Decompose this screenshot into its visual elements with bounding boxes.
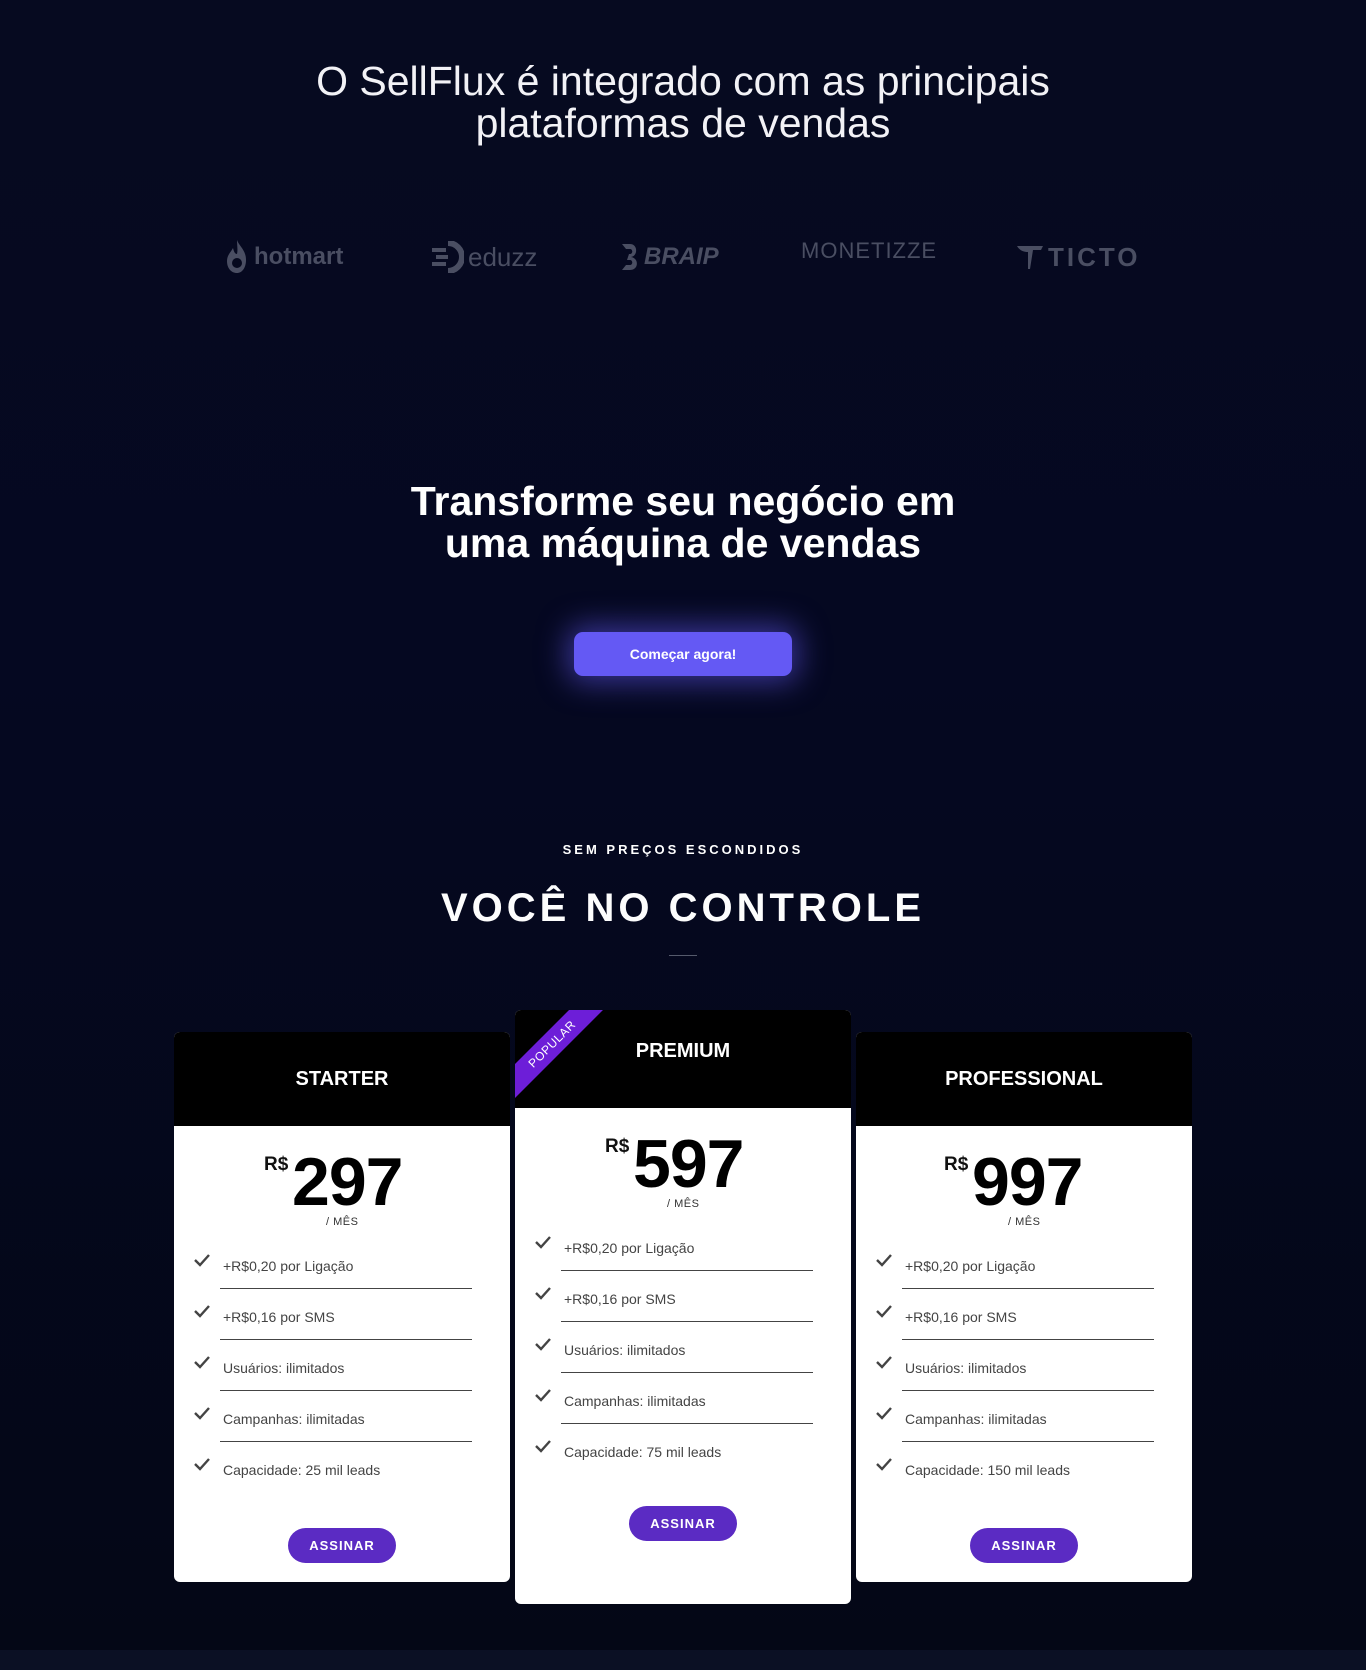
price-currency: R$	[605, 1136, 630, 1157]
ticto-t-icon	[1017, 246, 1043, 269]
plan-price: R$ 997 / MÊS	[856, 1126, 1192, 1238]
list-item: Campanhas: ilimitadas	[515, 1373, 851, 1424]
plan-header: PROFESSIONAL	[856, 1032, 1192, 1126]
check-icon	[194, 1356, 210, 1369]
feature-label: Capacidade: 150 mil leads	[905, 1462, 1070, 1478]
feature-label: Capacidade: 25 mil leads	[223, 1462, 381, 1478]
plan-header: STARTER	[174, 1032, 510, 1126]
check-icon	[535, 1338, 551, 1351]
check-icon	[876, 1458, 892, 1471]
subscribe-button[interactable]: ASSINAR	[629, 1506, 737, 1541]
list-item: Campanhas: ilimitadas	[174, 1391, 510, 1442]
check-icon	[876, 1407, 892, 1420]
list-item: Capacidade: 150 mil leads	[856, 1442, 1192, 1493]
monetizze-logo-text: MONETIZZE	[801, 238, 938, 263]
list-item: +R$0,20 por Ligação	[174, 1238, 510, 1289]
feature-label: Usuários: ilimitados	[223, 1360, 345, 1376]
integrations-title: O SellFlux é integrado com as principais…	[0, 60, 1366, 144]
subscribe-button[interactable]: ASSINAR	[288, 1528, 396, 1563]
list-item: Usuários: ilimitados	[856, 1340, 1192, 1391]
hotmart-flame-icon	[227, 240, 246, 273]
feature-label: Capacidade: 75 mil leads	[564, 1444, 722, 1460]
plan-price: R$ 297 / MÊS	[174, 1126, 510, 1238]
plan-name: PREMIUM	[635, 1039, 731, 1062]
price-period: / MÊS	[1008, 1216, 1041, 1228]
pricing-title: VOCÊ NO CONTROLE	[440, 886, 926, 930]
feature-label: +R$0,16 por SMS	[905, 1309, 1017, 1325]
check-icon	[876, 1305, 892, 1318]
braip-logo: BRAIP	[620, 232, 719, 282]
feature-label: Campanhas: ilimitadas	[223, 1411, 365, 1427]
feature-label: +R$0,16 por SMS	[223, 1309, 335, 1325]
check-icon	[876, 1356, 892, 1369]
check-icon	[194, 1458, 210, 1471]
footer-strip	[0, 1650, 1366, 1670]
feature-label: +R$0,20 por Ligação	[564, 1240, 695, 1256]
feature-label: +R$0,20 por Ligação	[905, 1258, 1036, 1274]
plan-card-starter: STARTER R$ 297 / MÊS +R$0,20 por Ligação…	[174, 1032, 510, 1582]
hotmart-logo: hotmart	[224, 232, 343, 282]
list-item: Capacidade: 75 mil leads	[515, 1424, 851, 1475]
list-item: +R$0,16 por SMS	[515, 1271, 851, 1322]
feature-label: +R$0,16 por SMS	[564, 1291, 676, 1307]
check-icon	[535, 1389, 551, 1402]
feature-list: +R$0,20 por Ligação +R$0,16 por SMS Usuá…	[515, 1220, 851, 1475]
feature-list: +R$0,20 por Ligação +R$0,16 por SMS Usuá…	[174, 1238, 510, 1493]
hero-title-line2: uma máquina de vendas	[444, 520, 922, 566]
list-item: +R$0,16 por SMS	[174, 1289, 510, 1340]
title-divider	[669, 955, 697, 956]
eduzz-logo-text: eduzz	[468, 241, 538, 272]
ticto-logo-text: TICTO	[1048, 241, 1141, 272]
list-item: +R$0,16 por SMS	[856, 1289, 1192, 1340]
plan-header: POPULAR PREMIUM	[515, 1010, 851, 1108]
feature-label: Campanhas: ilimitadas	[564, 1393, 706, 1409]
start-now-button[interactable]: Começar agora!	[574, 632, 792, 676]
plan-name: PROFESSIONAL	[945, 1067, 1103, 1090]
check-icon	[535, 1236, 551, 1249]
check-icon	[535, 1440, 551, 1453]
hero-title-line1: Transforme seu negócio em	[410, 478, 956, 524]
hotmart-logo-text: hotmart	[254, 243, 344, 270]
subscribe-button[interactable]: ASSINAR	[970, 1528, 1078, 1563]
check-icon	[194, 1305, 210, 1318]
list-item: Campanhas: ilimitadas	[856, 1391, 1192, 1442]
plan-price: R$ 597 / MÊS	[515, 1108, 851, 1220]
plan-card-professional: PROFESSIONAL R$ 997 / MÊS +R$0,20 por Li…	[856, 1032, 1192, 1582]
feature-label: Usuários: ilimitados	[564, 1342, 686, 1358]
pricing-eyebrow: SEM PREÇOS ESCONDIDOS	[562, 842, 804, 857]
monetizze-logo: MONETIZZE	[801, 226, 937, 276]
braip-b-icon	[622, 244, 637, 270]
list-item: +R$0,20 por Ligação	[856, 1238, 1192, 1289]
feature-label: Campanhas: ilimitadas	[905, 1411, 1047, 1427]
price-currency: R$	[264, 1154, 289, 1175]
feature-list: +R$0,20 por Ligação +R$0,16 por SMS Usuá…	[856, 1238, 1192, 1493]
check-icon	[535, 1287, 551, 1300]
ticto-logo: TICTO	[1016, 232, 1141, 282]
price-amount: 997	[972, 1144, 1083, 1220]
eduzz-logo: eduzz	[430, 232, 537, 282]
price-currency: R$	[944, 1154, 969, 1175]
list-item: Usuários: ilimitados	[174, 1340, 510, 1391]
integrations-title-line1: O SellFlux é integrado com as principais	[316, 58, 1050, 104]
hero-title: Transforme seu negócio em uma máquina de…	[0, 480, 1366, 564]
price-amount: 597	[633, 1126, 744, 1202]
plan-name: STARTER	[295, 1067, 389, 1090]
eduzz-lines-icon	[432, 241, 464, 273]
braip-logo-text: BRAIP	[644, 243, 719, 270]
price-amount: 297	[292, 1144, 403, 1220]
list-item: +R$0,20 por Ligação	[515, 1220, 851, 1271]
check-icon	[876, 1254, 892, 1267]
list-item: Usuários: ilimitados	[515, 1322, 851, 1373]
feature-label: Usuários: ilimitados	[905, 1360, 1027, 1376]
price-period: / MÊS	[667, 1198, 700, 1210]
plan-card-premium: POPULAR PREMIUM R$ 597 / MÊS +R$0,20 por…	[515, 1010, 851, 1604]
price-period: / MÊS	[326, 1216, 359, 1228]
integration-logos: hotmart eduzz BRAIP MONETIZZE TICTO	[0, 232, 1366, 282]
check-icon	[194, 1407, 210, 1420]
list-item: Capacidade: 25 mil leads	[174, 1442, 510, 1493]
check-icon	[194, 1254, 210, 1267]
popular-badge: POPULAR	[515, 1010, 607, 1099]
integrations-title-line2: plataformas de vendas	[475, 100, 891, 146]
feature-label: +R$0,20 por Ligação	[223, 1258, 354, 1274]
